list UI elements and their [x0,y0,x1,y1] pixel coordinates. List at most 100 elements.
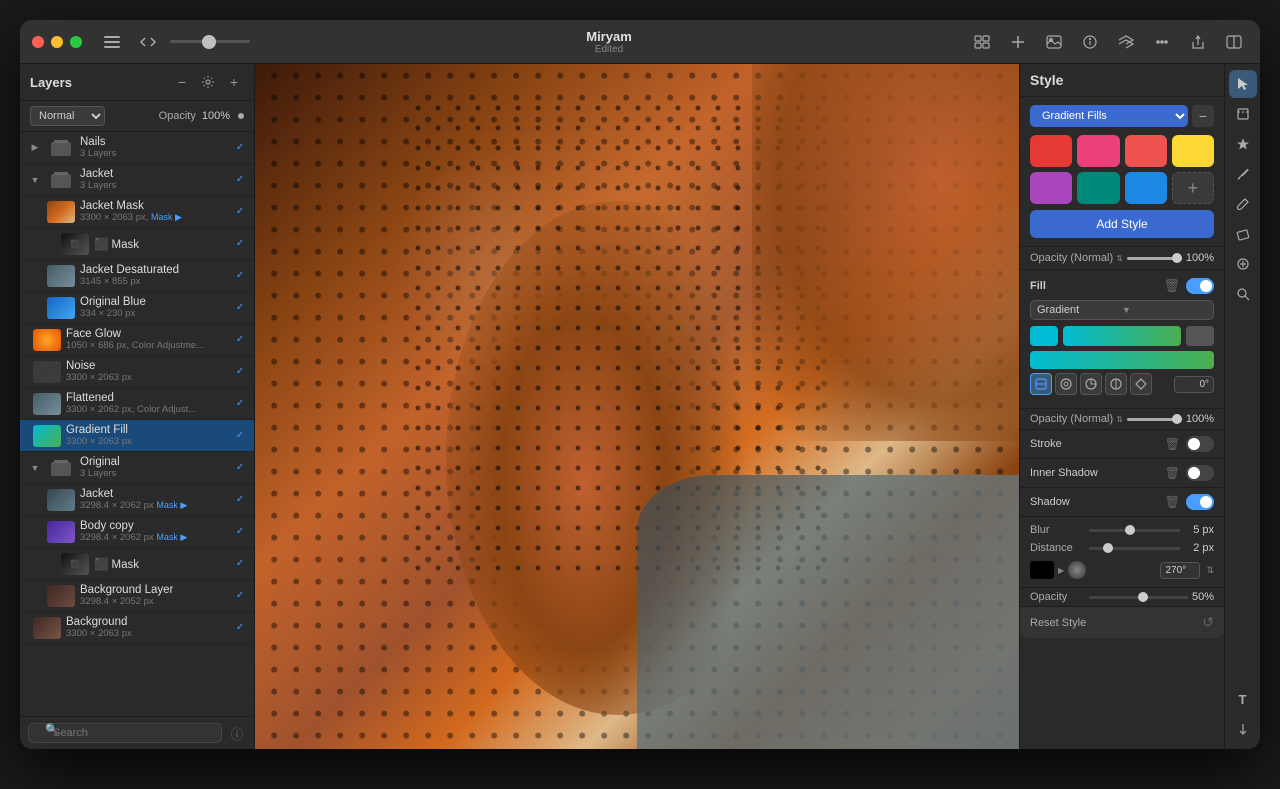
shadow-angle-input[interactable] [1160,562,1200,579]
gradient-start-color[interactable] [1030,326,1058,346]
visibility-toggle[interactable]: ✓ [232,460,248,476]
view-mode-button[interactable] [968,28,996,56]
layer-item[interactable]: ▼ Original 3 Layers ✓ [20,452,254,484]
shadow-opacity-circle[interactable] [1068,561,1086,579]
close-button[interactable] [32,36,44,48]
tool-crop-button[interactable] [1229,100,1257,128]
color-swatch[interactable] [1030,135,1072,167]
layers-button[interactable] [1112,28,1140,56]
visibility-toggle[interactable]: ✓ [232,300,248,316]
tool-cursor-button[interactable] [1229,70,1257,98]
stroke-toggle[interactable] [1186,436,1214,452]
opacity-handle[interactable] [238,113,244,119]
share-button[interactable] [1184,28,1212,56]
minimize-button[interactable] [51,36,63,48]
canvas-area[interactable] [255,64,1019,749]
code-view-button[interactable] [134,28,162,56]
inner-shadow-delete-button[interactable]: 🗑 [1165,466,1180,480]
gradient-fills-remove-button[interactable]: − [1192,105,1214,127]
visibility-toggle[interactable]: ✓ [232,236,248,252]
fill-delete-button[interactable]: 🗑 [1163,278,1180,294]
layers-settings-button[interactable] [198,72,218,92]
gradient-angular-button[interactable] [1080,373,1102,395]
gradient-reflected-button[interactable] [1105,373,1127,395]
color-swatch[interactable] [1125,135,1167,167]
gradient-end-color[interactable] [1186,326,1214,346]
layer-item[interactable]: ▶ Nails 3 Layers ✓ [20,132,254,164]
gradient-radial-button[interactable] [1055,373,1077,395]
fullscreen-button[interactable] [70,36,82,48]
visibility-toggle[interactable]: ✓ [232,204,248,220]
visibility-toggle[interactable]: ✓ [232,396,248,412]
layer-item[interactable]: Background 3300 × 2063 px ✓ [20,612,254,644]
add-color-swatch-button[interactable]: + [1172,172,1214,204]
fill-type-dropdown[interactable]: Gradient ▼ [1030,300,1214,320]
gradient-angle-input[interactable] [1174,376,1214,393]
tool-zoom-button[interactable] [1229,280,1257,308]
more-options-button[interactable] [1148,28,1176,56]
layer-item[interactable]: Jacket 3298.4 × 2062 px Mask ▶ ✓ [20,484,254,516]
blend-mode-select[interactable]: Normal Multiply Screen Overlay [30,106,105,126]
add-style-button[interactable]: Add Style [1030,210,1214,238]
tool-pen-button[interactable] [1229,160,1257,188]
layer-item[interactable]: ▼ Jacket 3 Layers ✓ [20,164,254,196]
expand-button[interactable]: ▶ [28,141,42,155]
layer-item[interactable]: Flattened 3300 × 2062 px, Color Adjust..… [20,388,254,420]
layer-item[interactable]: Body copy 3298.4 × 2062 px Mask ▶ ✓ [20,516,254,548]
visibility-toggle[interactable]: ✓ [232,268,248,284]
visibility-toggle[interactable]: ✓ [232,620,248,636]
sidebar-toggle-button[interactable] [98,28,126,56]
reset-style-button[interactable]: Reset Style ↺ [1020,607,1224,638]
layer-item[interactable]: Jacket Desaturated 3145 × 855 px ✓ [20,260,254,292]
tool-star-button[interactable] [1229,130,1257,158]
visibility-toggle[interactable]: ✓ [232,364,248,380]
expand-button[interactable]: ▼ [28,173,42,187]
tool-brush-button[interactable] [1229,190,1257,218]
visibility-toggle[interactable]: ✓ [232,332,248,348]
visibility-toggle[interactable]: ✓ [232,140,248,156]
color-swatch[interactable] [1125,172,1167,204]
split-view-button[interactable] [1220,28,1248,56]
layer-item[interactable]: Background Layer 3298.4 × 2052 px ✓ [20,580,254,612]
gradient-linear-button[interactable] [1030,373,1052,395]
distance-slider[interactable] [1089,547,1180,550]
inner-shadow-toggle[interactable] [1186,465,1214,481]
visibility-toggle[interactable]: ✓ [232,172,248,188]
color-swatch[interactable] [1030,172,1072,204]
shadow-opacity-slider[interactable] [1089,596,1188,599]
tool-down-arrow-button[interactable] [1229,715,1257,743]
tool-clone-button[interactable] [1229,250,1257,278]
stroke-delete-button[interactable]: 🗑 [1165,437,1180,451]
shadow-delete-button[interactable]: 🗑 [1165,495,1180,509]
layer-item[interactable]: ⬛ ⬛ Mask ✓ [20,548,254,580]
zoom-slider-handle[interactable] [202,35,216,49]
blur-slider[interactable] [1089,529,1180,532]
shadow-toggle[interactable] [1186,494,1214,510]
add-button[interactable] [1004,28,1032,56]
info-button[interactable] [1076,28,1104,56]
color-swatch[interactable] [1077,135,1119,167]
help-button[interactable]: ⓘ [228,724,246,742]
image-button[interactable] [1040,28,1068,56]
layer-item[interactable]: Noise 3300 × 2063 px ✓ [20,356,254,388]
layer-item[interactable]: Original Blue 334 × 230 px ✓ [20,292,254,324]
gradient-bar[interactable] [1063,326,1181,346]
color-swatch[interactable] [1172,135,1214,167]
zoom-slider[interactable] [170,40,250,43]
layer-item[interactable]: Jacket Mask 3300 × 2063 px, Mask ▶ ✓ [20,196,254,228]
fill-opacity-slider[interactable] [1127,418,1182,421]
visibility-toggle[interactable]: ✓ [232,556,248,572]
tool-eraser-button[interactable] [1229,220,1257,248]
gradient-full-bar[interactable] [1030,351,1214,369]
visibility-toggle[interactable]: ✓ [232,492,248,508]
shadow-color-swatch[interactable] [1030,561,1054,579]
layer-item[interactable]: Face Glow 1050 × 686 px, Color Adjustme.… [20,324,254,356]
layer-item[interactable]: Gradient Fill 3300 × 2063 px ✓ [20,420,254,452]
style-opacity-slider[interactable] [1127,257,1182,260]
layers-minus-button[interactable]: − [172,72,192,92]
gradient-diamond-button[interactable] [1130,373,1152,395]
fill-toggle[interactable] [1186,278,1214,294]
tool-type-button[interactable]: T [1229,685,1257,713]
visibility-toggle[interactable]: ✓ [232,588,248,604]
visibility-toggle[interactable]: ✓ [232,428,248,444]
